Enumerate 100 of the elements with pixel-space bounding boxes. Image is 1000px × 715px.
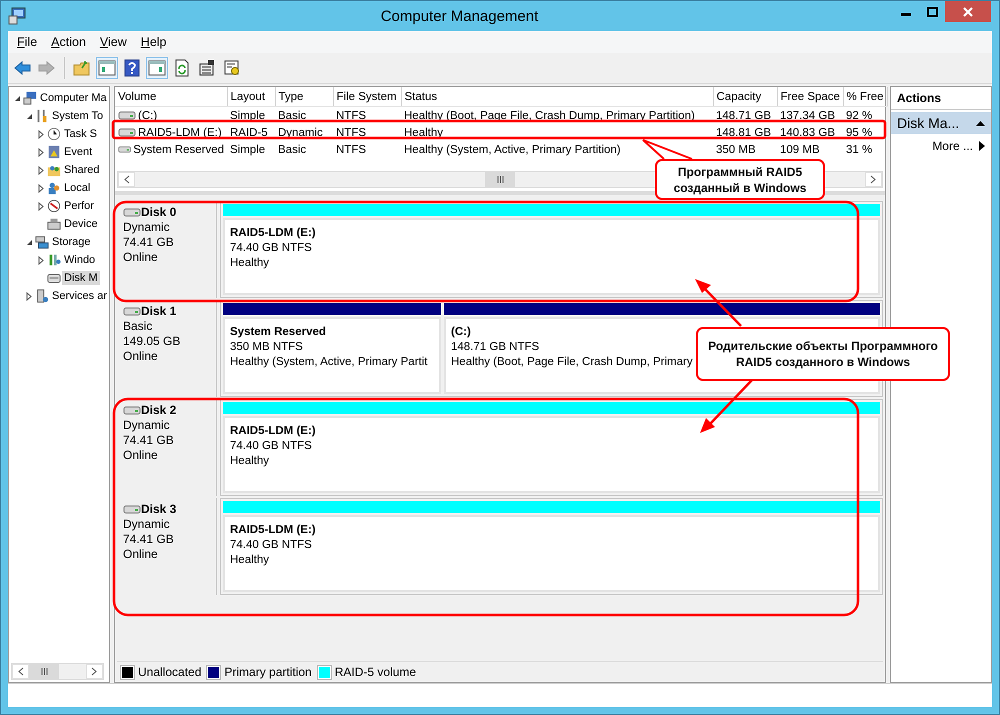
action-link[interactable]: More ...: [932, 139, 973, 153]
column-header[interactable]: % Free: [843, 87, 887, 106]
arrow: [695, 279, 742, 327]
table-cell: NTFS: [336, 144, 366, 156]
tree-item[interactable]: Local: [62, 181, 92, 195]
partition-status: Healthy (System, Active, Primary Partit: [230, 355, 428, 370]
partition-size: 74.40 GB NTFS: [230, 538, 312, 553]
device-icon: [47, 217, 61, 231]
toolbar-button[interactable]: [146, 57, 168, 79]
table-cell: Basic: [278, 144, 306, 156]
partition-name: (C:): [451, 325, 471, 340]
table-cell: 148.81 GB: [716, 126, 771, 138]
toolbar-button[interactable]: [96, 57, 118, 79]
column-header[interactable]: File System: [333, 87, 401, 106]
disk-size: 74.41 GB: [123, 433, 175, 448]
table-cell: NTFS: [336, 110, 366, 122]
disk-type: Dynamic: [123, 418, 171, 433]
tree-item[interactable]: Disk M: [62, 271, 100, 285]
grip-icon: [496, 176, 504, 183]
table-cell: 148.71 GB: [716, 110, 771, 122]
tree-item[interactable]: Event: [62, 145, 94, 159]
partition-status: Healthy: [230, 553, 269, 568]
back-arrow-icon: [13, 59, 31, 77]
table-cell: 92 %: [846, 110, 872, 122]
users-icon: [47, 181, 61, 195]
table-cell: 140.83 GB: [780, 126, 835, 138]
horizontal-scrollbar[interactable]: [11, 663, 104, 680]
partition-name: RAID5-LDM (E:): [230, 424, 316, 439]
properties-icon: [198, 59, 216, 77]
table-cell: Healthy (System, Active, Primary Partition): [404, 144, 621, 156]
tree-item[interactable]: Shared: [62, 163, 102, 177]
storage-icon: [35, 235, 49, 249]
close-button[interactable]: [945, 1, 991, 22]
table-cell: Simple: [230, 144, 266, 156]
tree-item[interactable]: System To: [50, 109, 106, 123]
column-header[interactable]: Volume: [115, 87, 227, 106]
table-cell: Simple: [230, 110, 266, 122]
legend-label: Primary partition: [224, 665, 312, 679]
column-header[interactable]: Status: [401, 87, 713, 106]
column-header[interactable]: Capacity: [713, 87, 777, 106]
table-cell: 95 %: [846, 126, 872, 138]
disk-status: Online: [123, 349, 159, 364]
partition-status: Healthy: [230, 454, 269, 469]
tree-item[interactable]: Services ar: [50, 289, 109, 303]
actions-header: Actions: [891, 87, 991, 110]
disk-type: Basic: [123, 319, 154, 334]
table-cell: NTFS: [336, 126, 366, 138]
partition-box[interactable]: RAID5-LDM (E:) 74.40 GB NTFS Healthy: [223, 218, 880, 295]
window-title: Computer Management: [380, 7, 540, 27]
table-cell: Basic: [278, 110, 306, 122]
disk-name: Disk 0: [141, 205, 176, 220]
partition-size: 148.71 GB NTFS: [451, 340, 540, 355]
computer-icon: [8, 7, 26, 25]
menu-item[interactable]: Action: [44, 33, 93, 51]
column-header[interactable]: Free Space: [777, 87, 843, 106]
tree-item[interactable]: Computer Ma: [38, 91, 109, 105]
disk-status: Online: [123, 448, 159, 463]
column-header[interactable]: Type: [275, 87, 333, 106]
panel-toggle-icon: [148, 59, 166, 77]
disk-status: Online: [123, 547, 159, 562]
partition-size: 74.40 GB NTFS: [230, 241, 312, 256]
partition-box[interactable]: System Reserved 350 MB NTFS Healthy (System, Active, Primary Partit: [223, 317, 441, 394]
disk-type: Dynamic: [123, 220, 171, 235]
disk-size: 74.41 GB: [123, 235, 175, 250]
partition-size: 350 MB NTFS: [230, 340, 303, 355]
partition-box[interactable]: RAID5-LDM (E:) 74.40 GB NTFS Healthy: [223, 416, 880, 493]
forward-arrow-icon: [38, 59, 56, 77]
partition-size: 74.40 GB NTFS: [230, 439, 312, 454]
shared-folder-icon: [47, 163, 61, 177]
column-header[interactable]: Layout: [227, 87, 275, 106]
menu-item[interactable]: File: [10, 33, 44, 51]
partition-status: Healthy: [230, 256, 269, 271]
partition-status: Healthy (Boot, Page File, Crash Dump, Primary: [451, 355, 693, 370]
tree-item[interactable]: Storage: [50, 235, 93, 249]
disk-size: 149.05 GB: [123, 334, 182, 349]
disk-name: Disk 3: [141, 502, 176, 517]
legend-label: Unallocated: [138, 665, 202, 679]
tree-item[interactable]: Windo: [62, 253, 98, 267]
tree-item[interactable]: Perfor: [62, 199, 96, 213]
tree-item[interactable]: Device: [62, 217, 100, 231]
partition-name: RAID5-LDM (E:): [230, 226, 316, 241]
partition-name: RAID5-LDM (E:): [230, 523, 316, 538]
tree-item[interactable]: Task S: [62, 127, 100, 141]
clock-icon: [47, 127, 61, 141]
computer-icon: [23, 91, 37, 105]
disk-name: Disk 2: [141, 403, 176, 418]
panel-toggle-icon: [98, 59, 116, 77]
actions-section[interactable]: Disk Ma...: [891, 112, 991, 134]
callout-tooltip: Программный RAID5 созданный в Windows: [655, 159, 825, 200]
legend-label: RAID-5 volume: [334, 665, 416, 679]
close-icon: [963, 6, 973, 16]
callout-tooltip: Родительские объекты Программного RAID5 созданного в Windows: [696, 327, 950, 381]
table-cell: Healthy: [404, 126, 443, 138]
partition-box[interactable]: RAID5-LDM (E:) 74.40 GB NTFS Healthy: [223, 515, 880, 592]
submenu-arrow-icon: [979, 141, 985, 151]
menu-item[interactable]: Help: [134, 33, 174, 51]
refresh-icon: [173, 59, 191, 77]
menu-item[interactable]: View: [92, 33, 134, 51]
table-cell: RAID-5: [230, 126, 268, 138]
disk-type: Dynamic: [123, 517, 171, 532]
